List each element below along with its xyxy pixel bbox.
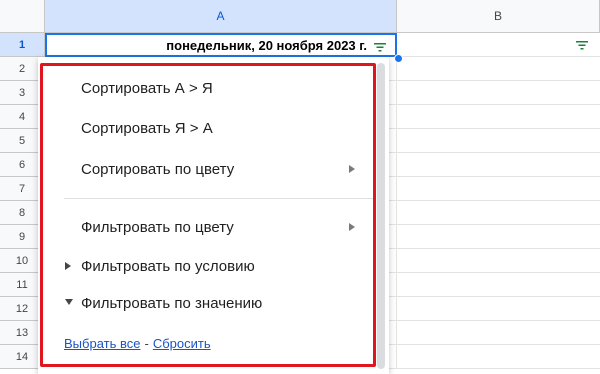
row-header[interactable]: 1 [0, 33, 45, 57]
triangle-right-icon [65, 262, 71, 270]
filter-icon[interactable] [373, 41, 387, 53]
sort-za-label: Сортировать Я > А [81, 119, 213, 137]
sort-az-menu-item[interactable]: Сортировать А > Я [44, 73, 370, 103]
select-all-corner[interactable] [0, 0, 45, 33]
cell-a1[interactable]: понедельник, 20 ноября 2023 г. [45, 33, 397, 57]
table-row: понедельник, 20 ноября 2023 г. [45, 33, 600, 57]
sort-az-label: Сортировать А > Я [81, 79, 213, 97]
menu-scrollbar[interactable] [377, 63, 385, 369]
column-header-b[interactable]: B [397, 0, 600, 33]
filter-by-color-label: Фильтровать по цвету [81, 218, 234, 236]
sort-by-color-menu-item[interactable]: Сортировать по цвету [44, 154, 370, 184]
chevron-right-icon [349, 223, 355, 231]
column-header-a[interactable]: A [45, 0, 397, 33]
filter-by-condition-label: Фильтровать по условию [81, 257, 255, 275]
filter-icon[interactable] [575, 39, 589, 51]
chevron-right-icon [349, 165, 355, 173]
sort-za-menu-item[interactable]: Сортировать Я > А [44, 113, 370, 143]
menu-divider [64, 198, 374, 199]
triangle-down-icon [65, 299, 73, 305]
filter-by-value-menu-item[interactable]: Фильтровать по значению [44, 288, 370, 318]
filter-by-value-label: Фильтровать по значению [81, 294, 263, 312]
filter-by-condition-menu-item[interactable]: Фильтровать по условию [44, 251, 370, 281]
filter-value-actions: Выбрать все - Сбросить [64, 334, 211, 352]
sort-by-color-label: Сортировать по цвету [81, 160, 235, 178]
link-separator: - [144, 335, 149, 351]
selection-fill-handle[interactable] [394, 54, 403, 63]
cell-a1-value: понедельник, 20 ноября 2023 г. [166, 37, 367, 53]
select-all-link[interactable]: Выбрать все [64, 336, 140, 351]
filter-by-color-menu-item[interactable]: Фильтровать по цвету [44, 212, 370, 242]
reset-link[interactable]: Сбросить [153, 336, 211, 351]
